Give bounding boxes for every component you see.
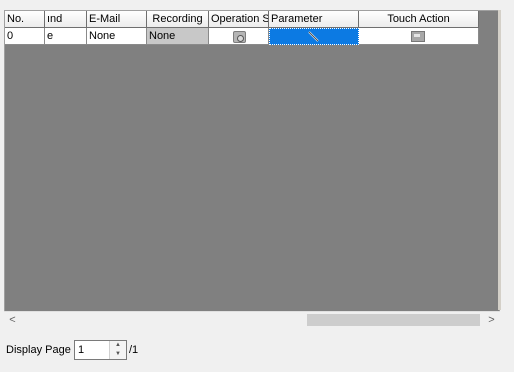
stepper-down-icon[interactable]: ▼: [110, 350, 126, 359]
cell-no[interactable]: 0: [5, 28, 45, 45]
stepper-up-icon[interactable]: ▲: [110, 341, 126, 350]
scroll-right-arrow-icon[interactable]: >: [483, 312, 500, 329]
header-email[interactable]: E-Mail: [87, 11, 147, 28]
cell-touch-action[interactable]: [359, 28, 479, 45]
scroll-thumb[interactable]: [307, 314, 480, 326]
stepper-buttons[interactable]: ▲ ▼: [109, 341, 126, 359]
page-total: /1: [129, 344, 139, 356]
event-grid: No. ınd E-Mail Recording Operation S Par…: [4, 10, 500, 328]
page-label: Display Page: [6, 344, 71, 356]
horizontal-scrollbar[interactable]: < >: [4, 311, 500, 329]
header-sound[interactable]: ınd: [45, 11, 87, 28]
page-number-stepper[interactable]: 1 ▲ ▼: [74, 340, 127, 360]
header-recording[interactable]: Recording: [147, 11, 209, 28]
table-row[interactable]: 0 e None None: [5, 28, 479, 45]
header-parameter[interactable]: Parameter: [269, 11, 359, 28]
header-touch-action[interactable]: Touch Action: [359, 11, 479, 28]
grid-header-row: No. ınd E-Mail Recording Operation S Par…: [5, 11, 479, 28]
gear-icon[interactable]: [233, 31, 246, 43]
page-number-value[interactable]: 1: [78, 344, 84, 356]
cell-operation[interactable]: [209, 28, 269, 45]
scroll-left-arrow-icon[interactable]: <: [4, 312, 21, 329]
cell-email[interactable]: None: [87, 28, 147, 45]
header-no[interactable]: No.: [5, 11, 45, 28]
touch-action-icon[interactable]: [411, 31, 425, 42]
cell-parameter[interactable]: [269, 28, 359, 45]
cell-recording[interactable]: None: [147, 28, 209, 45]
cell-sound[interactable]: e: [45, 28, 87, 45]
edit-pencil-icon[interactable]: [308, 31, 320, 43]
header-operation[interactable]: Operation S: [209, 11, 269, 28]
vertical-divider: [498, 10, 501, 310]
